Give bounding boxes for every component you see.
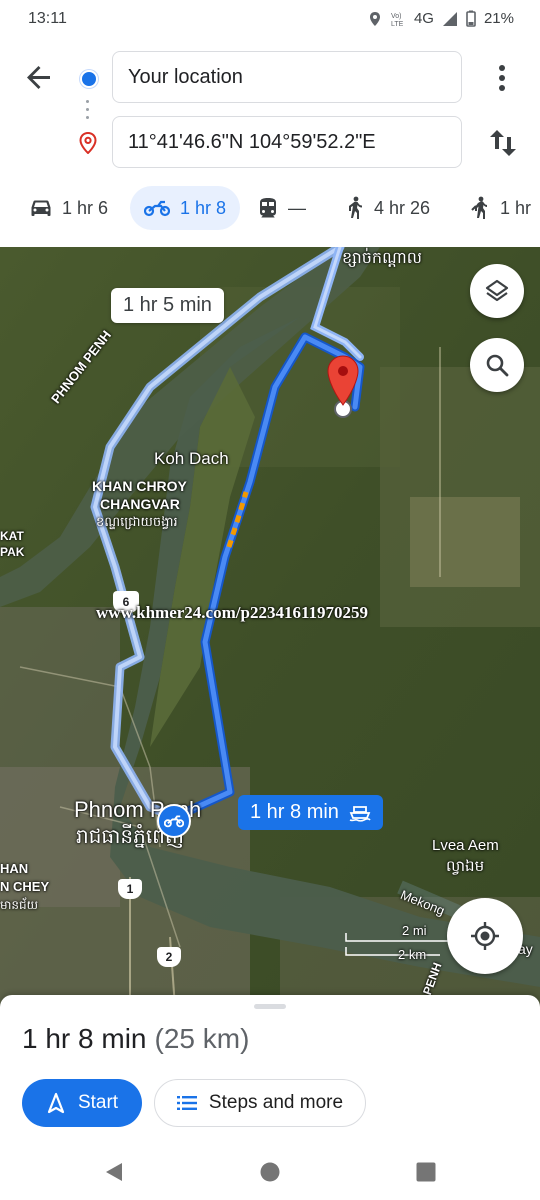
- destination-pin-icon: [79, 132, 97, 154]
- layers-icon: [485, 279, 509, 302]
- steps-and-more-button[interactable]: Steps and more: [154, 1079, 366, 1127]
- mode-driving[interactable]: 1 hr 6: [30, 186, 108, 230]
- search-along-route-button[interactable]: [470, 338, 524, 392]
- watermark-text: www.khmer24.com/p22341611970259: [96, 603, 368, 622]
- mode-motorcycle-time: 1 hr 8: [180, 197, 227, 218]
- current-location-marker: [157, 804, 191, 838]
- battery-level: 21%: [483, 10, 514, 27]
- mode-ride[interactable]: 1 hr: [470, 186, 531, 230]
- map-label-koh-dach: Koh Dach: [154, 449, 229, 468]
- map-label-lvea-aem-km: ល្វាឯម: [446, 858, 485, 875]
- destination-field[interactable]: 11°41'46.6"N 104°59'52.2"E: [112, 116, 462, 168]
- mode-driving-time: 1 hr 6: [62, 197, 109, 218]
- road-2-shield: 2: [157, 947, 181, 967]
- svg-text:Vo): Vo): [391, 13, 402, 20]
- map-label-chey: N CHEY: [0, 879, 50, 894]
- mode-walking[interactable]: 4 hr 26: [344, 186, 430, 230]
- map-label-khan-chroy: KHAN CHROY: [92, 478, 187, 494]
- status-icons: Vo) LTE 4G 21%: [368, 10, 514, 27]
- my-location-button[interactable]: [447, 898, 523, 974]
- back-triangle-icon[interactable]: [102, 1161, 124, 1183]
- transit-icon: [260, 198, 276, 218]
- home-circle-icon[interactable]: [259, 1161, 281, 1183]
- scale-km: 2 km: [398, 947, 427, 962]
- route-duration: 1 hr 8 min: [22, 1023, 147, 1054]
- mode-motorcycle[interactable]: 1 hr 8: [130, 186, 241, 230]
- map-label-chey-km: មានជ័យ: [0, 898, 39, 912]
- recents-square-icon[interactable]: [415, 1161, 437, 1183]
- destination-text: 11°41'46.6"N 104°59'52.2"E: [128, 130, 376, 153]
- svg-text:LTE: LTE: [391, 21, 404, 27]
- origin-field[interactable]: Your location: [112, 51, 462, 103]
- map-label-khsach-kandal: ខ្សាច់កណ្តាល: [342, 250, 422, 267]
- walk-icon: [349, 196, 362, 219]
- map-label-changvar: CHANGVAR: [100, 496, 180, 512]
- signal-icon: [442, 11, 457, 26]
- mode-ride-time: 1 hr: [500, 197, 532, 218]
- map-label-kat: KAT: [0, 529, 24, 543]
- map-label-khan-chroy-km: ខណ្ឌជ្រោយចង្វារ: [96, 514, 178, 529]
- mode-transit-time: —: [288, 197, 306, 218]
- route-distance: (25 km): [154, 1023, 250, 1054]
- ferry-icon: [349, 805, 371, 822]
- sheet-drag-handle[interactable]: [254, 1004, 286, 1009]
- start-button[interactable]: Start: [22, 1079, 142, 1127]
- map-label-han: HAN: [0, 861, 29, 876]
- main-route-time: 1 hr 8 min: [250, 801, 339, 823]
- travel-mode-bar: 1 hr 6 1 hr 8 — 4 hr 26 1 hr: [0, 186, 540, 232]
- location-status-icon: [369, 11, 380, 26]
- more-options-icon[interactable]: [492, 62, 512, 94]
- volte-icon: Vo)LTE: [391, 13, 404, 27]
- start-label: Start: [77, 1092, 119, 1113]
- origin-text: Your location: [128, 65, 243, 88]
- network-label: 4G: [413, 10, 434, 27]
- ride-icon: [471, 196, 487, 219]
- map-view[interactable]: ខ្សាច់កណ្តាល PHNOM PENH Koh Dach KHAN CH…: [0, 247, 540, 1007]
- layers-button[interactable]: [470, 264, 524, 318]
- map-label-pak: PAK: [0, 545, 25, 559]
- my-location-icon: [471, 922, 499, 950]
- system-nav-bar: [0, 1146, 540, 1200]
- status-bar: 13:11 Vo) LTE 4G 21%: [0, 0, 540, 40]
- car-icon: [31, 200, 51, 216]
- route-dots-icon: [86, 100, 89, 120]
- origin-dot-icon: [80, 70, 98, 88]
- back-arrow-icon[interactable]: [22, 60, 56, 94]
- mode-walking-time: 4 hr 26: [374, 197, 431, 218]
- steps-label: Steps and more: [208, 1092, 344, 1113]
- motorcycle-icon: [144, 200, 170, 217]
- alt-route-time: 1 hr 5 min: [123, 294, 212, 316]
- navigation-arrow-icon: [47, 1092, 65, 1114]
- scale-miles: 2 mi: [402, 923, 427, 938]
- list-icon: [176, 1096, 197, 1110]
- search-icon: [486, 354, 509, 377]
- map-label-lvea-aem: Lvea Aem: [432, 837, 499, 854]
- status-time: 13:11: [28, 10, 67, 27]
- main-route-time-callout[interactable]: 1 hr 8 min: [238, 795, 383, 830]
- road-1-shield: 1: [118, 879, 142, 899]
- mode-transit[interactable]: —: [258, 186, 306, 230]
- route-summary: 1 hr 8 min (25 km): [22, 1023, 249, 1055]
- swap-icon[interactable]: [486, 126, 520, 160]
- battery-icon: [466, 10, 476, 27]
- motorcycle-marker-icon: [164, 815, 184, 828]
- alt-route-time-callout[interactable]: 1 hr 5 min: [111, 288, 224, 323]
